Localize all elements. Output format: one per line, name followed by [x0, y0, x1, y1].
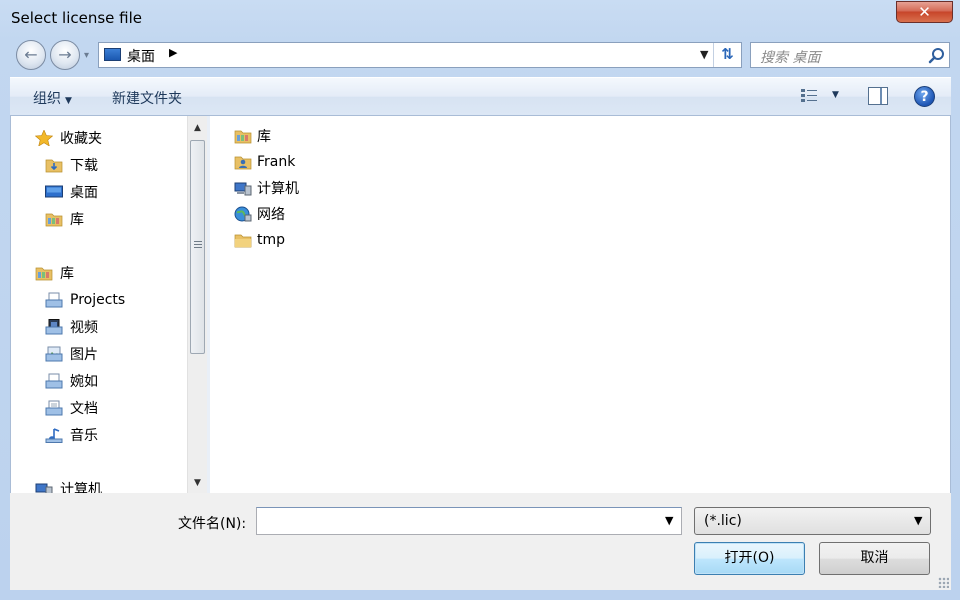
- breadcrumb-chevron-icon[interactable]: ▶: [169, 46, 177, 59]
- library-docs-icon: [45, 373, 63, 389]
- view-dropdown-icon[interactable]: ▼: [832, 90, 839, 100]
- user-folder-icon: [234, 156, 252, 170]
- recent-locations-dropdown[interactable]: ▾: [84, 50, 89, 61]
- scroll-thumb[interactable]: [190, 140, 205, 354]
- cancel-button[interactable]: 取消: [819, 542, 930, 575]
- file-item-computer[interactable]: 计算机: [234, 177, 299, 199]
- computer-icon: [234, 182, 252, 196]
- chevron-down-icon: ▼: [65, 96, 72, 106]
- sidebar-item-label: 库: [60, 266, 74, 282]
- scroll-down-icon[interactable]: ▼: [188, 474, 207, 492]
- folder-icon: [234, 234, 252, 248]
- breadcrumb-desktop[interactable]: 桌面: [127, 46, 155, 66]
- pictures-library-icon: [45, 346, 63, 362]
- navigation-scrollbar[interactable]: ▲ ▼: [187, 116, 207, 493]
- back-button[interactable]: ←: [16, 40, 46, 70]
- forward-button[interactable]: →: [50, 40, 80, 70]
- sidebar-item-label: 库: [70, 212, 84, 228]
- file-item-label: 网络: [257, 207, 285, 223]
- grip-icon: [194, 241, 202, 249]
- file-item-frank[interactable]: Frank: [234, 151, 295, 173]
- title-bar[interactable]: Select license file ✕: [0, 0, 960, 36]
- resize-grip-icon[interactable]: [938, 577, 949, 588]
- view-options-icon[interactable]: [800, 87, 820, 105]
- star-icon: [35, 130, 53, 146]
- downloads-folder-icon: [45, 159, 63, 173]
- video-library-icon: [45, 319, 63, 335]
- search-box[interactable]: 搜索 桌面: [750, 42, 950, 68]
- file-item-label: Frank: [257, 154, 296, 170]
- address-dropdown-icon[interactable]: ▼: [700, 48, 708, 61]
- file-type-select[interactable]: (*.lic) ▼: [694, 507, 931, 535]
- organize-label: 组织: [33, 91, 61, 107]
- library-icon: [35, 267, 53, 281]
- window-title: Select license file: [11, 9, 143, 27]
- file-item-network[interactable]: 网络: [234, 203, 285, 225]
- file-item-label: 库: [257, 129, 271, 145]
- sidebar-item-music[interactable]: 音乐: [45, 424, 98, 446]
- sidebar-item-computer[interactable]: 计算机: [35, 478, 102, 493]
- sidebar-item-desktop[interactable]: 桌面: [45, 181, 98, 203]
- sidebar-item-wanru[interactable]: 婉如: [45, 370, 98, 392]
- desktop-icon: [104, 48, 121, 61]
- sidebar-item-label: 下载: [70, 158, 98, 174]
- sidebar-item-label: 音乐: [70, 428, 98, 444]
- sidebar-item-projects[interactable]: Projects: [45, 289, 125, 311]
- file-item-label: tmp: [257, 232, 286, 248]
- sidebar-item-label: 图片: [70, 347, 98, 363]
- command-bar: 组织 ▼ 新建文件夹 ▼ ?: [10, 77, 951, 116]
- help-icon[interactable]: ?: [914, 86, 935, 107]
- music-library-icon: [45, 428, 63, 443]
- refresh-button[interactable]: ⇅: [713, 43, 741, 67]
- scroll-up-icon[interactable]: ▲: [188, 119, 207, 137]
- preview-pane-icon[interactable]: [868, 87, 888, 105]
- sidebar-item-videos[interactable]: 视频: [45, 316, 98, 338]
- sidebar-item-libraries[interactable]: 库: [35, 262, 74, 284]
- sidebar-item-favorites[interactable]: 收藏夹: [35, 127, 102, 149]
- sidebar-item-label: 桌面: [70, 185, 98, 201]
- file-type-value: (*.lic): [704, 513, 742, 529]
- file-item-tmp[interactable]: tmp: [234, 229, 285, 251]
- network-icon: [234, 206, 252, 222]
- file-item-libraries[interactable]: 库: [234, 125, 271, 147]
- address-bar[interactable]: 桌面 ▶ ▼ ⇅: [98, 42, 742, 68]
- computer-icon: [35, 483, 53, 493]
- sidebar-item-documents[interactable]: 文档: [45, 397, 98, 419]
- file-item-label: 计算机: [257, 181, 299, 197]
- documents-library-icon: [45, 400, 63, 416]
- sidebar-item-label: 婉如: [70, 374, 98, 390]
- navigation-pane[interactable]: 收藏夹 下载 桌面 库 库 Projects 视频 图片 婉如 文档 音乐 计算…: [10, 116, 187, 493]
- sidebar-item-library[interactable]: 库: [45, 208, 84, 230]
- library-icon: [234, 130, 252, 144]
- open-button[interactable]: 打开(O): [694, 542, 805, 575]
- close-button[interactable]: ✕: [896, 1, 953, 23]
- organize-menu[interactable]: 组织 ▼: [33, 88, 72, 108]
- sidebar-item-label: 视频: [70, 320, 98, 336]
- search-placeholder: 搜索 桌面: [760, 50, 821, 66]
- filename-dropdown-icon[interactable]: ▼: [665, 514, 673, 527]
- filename-input[interactable]: ▼: [256, 507, 682, 535]
- sidebar-item-pictures[interactable]: 图片: [45, 343, 98, 365]
- search-icon[interactable]: [927, 46, 947, 66]
- sidebar-item-label: Projects: [70, 292, 126, 308]
- dialog-footer: 文件名(N): ▼ (*.lic) ▼ 打开(O) 取消: [10, 493, 951, 590]
- dialog-window: Select license file ✕ ← → ▾ 桌面 ▶ ▼ ⇅ 搜索 …: [0, 0, 960, 600]
- new-folder-button[interactable]: 新建文件夹: [112, 88, 182, 108]
- file-list[interactable]: 库 Frank 计算机 网络 tmp: [210, 116, 951, 493]
- chevron-down-icon: ▼: [914, 514, 923, 527]
- library-icon: [45, 213, 63, 227]
- filename-label: 文件名(N):: [178, 516, 247, 532]
- library-docs-icon: [45, 292, 63, 308]
- sidebar-item-label: 文档: [70, 401, 98, 417]
- sidebar-item-label: 计算机: [60, 482, 102, 493]
- sidebar-item-label: 收藏夹: [60, 131, 102, 147]
- sidebar-item-downloads[interactable]: 下载: [45, 154, 98, 176]
- desktop-icon: [45, 185, 63, 198]
